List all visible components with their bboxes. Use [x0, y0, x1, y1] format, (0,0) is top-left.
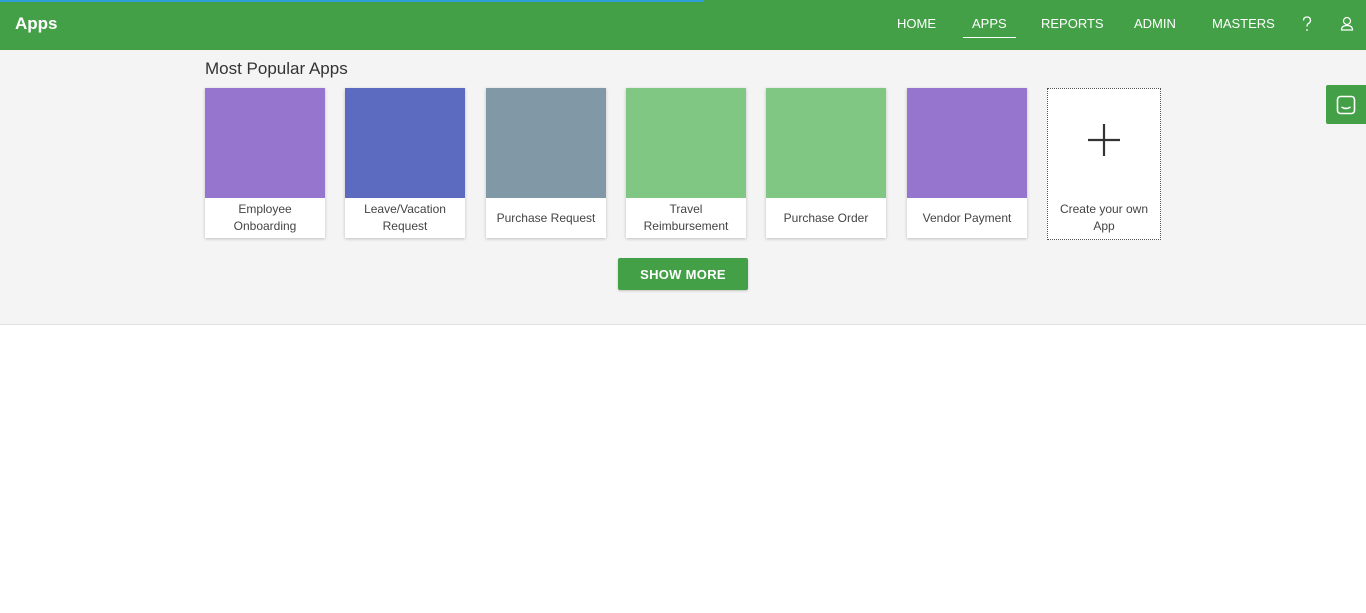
app-card-purchase-request[interactable]: Purchase Request: [486, 88, 606, 238]
help-icon[interactable]: [1297, 14, 1317, 34]
popular-apps-panel: Most Popular Apps Employee Onboarding Le…: [0, 50, 1366, 325]
nav-apps[interactable]: APPS: [963, 16, 1016, 38]
nav-masters[interactable]: MASTERS: [1212, 16, 1275, 31]
nav-reports[interactable]: REPORTS: [1041, 16, 1104, 31]
create-app-card[interactable]: Create your own App: [1047, 88, 1161, 240]
show-more-button[interactable]: SHOW MORE: [618, 258, 748, 290]
top-navigation-bar: Apps HOME APPS REPORTS ADMIN MASTERS: [0, 0, 1366, 50]
app-thumbnail: [626, 88, 746, 198]
nav-home[interactable]: HOME: [897, 16, 936, 31]
section-title: Most Popular Apps: [205, 59, 348, 78]
app-thumbnail: [205, 88, 325, 198]
app-thumbnail: [345, 88, 465, 198]
app-card-purchase-order[interactable]: Purchase Order: [766, 88, 886, 238]
chat-icon: [1336, 95, 1356, 115]
plus-icon: [1088, 124, 1120, 156]
app-label: Purchase Request: [496, 210, 596, 225]
app-label: Employee Onboarding: [233, 202, 297, 233]
app-label: Leave/Vacation Request: [364, 202, 446, 233]
app-thumbnail: [907, 88, 1027, 198]
nav-admin[interactable]: ADMIN: [1134, 16, 1176, 31]
create-app-label: Create your own App: [1059, 202, 1149, 233]
chat-widget-button[interactable]: [1326, 85, 1366, 124]
user-icon[interactable]: [1337, 14, 1357, 34]
app-label: Vendor Payment: [922, 210, 1012, 225]
app-label: Purchase Order: [783, 210, 869, 225]
app-card-employee-onboarding[interactable]: Employee Onboarding: [205, 88, 325, 238]
loading-progress-bar: [0, 0, 704, 2]
app-card-vendor-payment[interactable]: Vendor Payment: [907, 88, 1027, 238]
app-label: Travel Reimbursement: [643, 202, 729, 233]
app-card-leave-vacation-request[interactable]: Leave/Vacation Request: [345, 88, 465, 238]
app-thumbnail: [486, 88, 606, 198]
app-card-travel-reimbursement[interactable]: Travel Reimbursement: [626, 88, 746, 238]
app-title: Apps: [15, 14, 58, 33]
app-thumbnail: [766, 88, 886, 198]
